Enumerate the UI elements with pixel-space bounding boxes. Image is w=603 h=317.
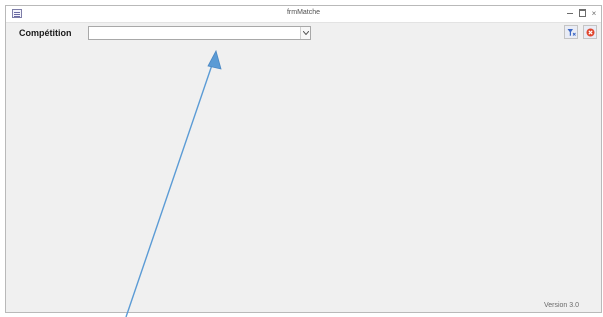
chevron-down-icon [303, 31, 309, 35]
title-bar: frmMatche × [6, 6, 601, 23]
filter-button[interactable] [564, 25, 578, 39]
minimize-icon [567, 13, 573, 15]
version-label: Version 3.0 [543, 302, 579, 309]
window-title: frmMatche [286, 9, 321, 16]
exit-button[interactable] [583, 25, 597, 39]
restore-icon [578, 8, 586, 17]
form-window: frmMatche × Compétition Version 3.0 [5, 5, 602, 313]
competition-combobox[interactable] [88, 26, 311, 40]
close-button[interactable]: × [588, 7, 600, 20]
exit-icon [586, 28, 595, 37]
filter-icon [567, 29, 576, 36]
close-icon: × [591, 9, 597, 18]
competition-label: Compétition [19, 28, 72, 38]
combo-dropdown-button[interactable] [300, 27, 310, 39]
minimize-button[interactable] [564, 7, 576, 20]
restore-button[interactable] [576, 7, 588, 20]
form-body: Compétition Version 3.0 [6, 22, 601, 312]
